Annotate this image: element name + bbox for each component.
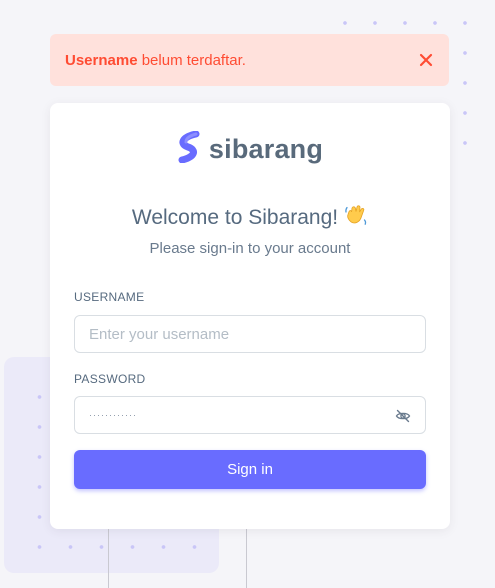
welcome-title: Welcome to Sibarang! <box>50 203 450 233</box>
brand-name: sibarang <box>208 134 324 164</box>
password-input[interactable] <box>75 397 425 433</box>
s-logo-icon <box>177 130 201 168</box>
password-label: PASSWORD <box>74 372 146 386</box>
username-label: USERNAME <box>74 290 145 304</box>
sign-in-button[interactable]: Sign in <box>74 450 426 489</box>
alert-strong-text: Username <box>65 51 138 69</box>
username-field <box>74 315 426 353</box>
username-input[interactable] <box>75 316 425 352</box>
alert-message: Username belum terdaftar. <box>65 52 246 69</box>
error-alert: Username belum terdaftar. <box>50 34 449 86</box>
brand: sibarang <box>50 130 450 168</box>
login-card: sibarang Welcome to Sibarang! Please sig… <box>50 103 450 529</box>
waving-hand-icon <box>344 203 368 233</box>
alert-message-text: belum terdaftar. <box>137 51 246 69</box>
welcome-title-text: Welcome to Sibarang! <box>131 206 339 229</box>
password-field <box>74 396 426 434</box>
eye-off-icon[interactable] <box>395 408 411 424</box>
welcome-subtitle: Please sign-in to your account <box>149 240 351 257</box>
close-icon[interactable] <box>418 52 434 68</box>
